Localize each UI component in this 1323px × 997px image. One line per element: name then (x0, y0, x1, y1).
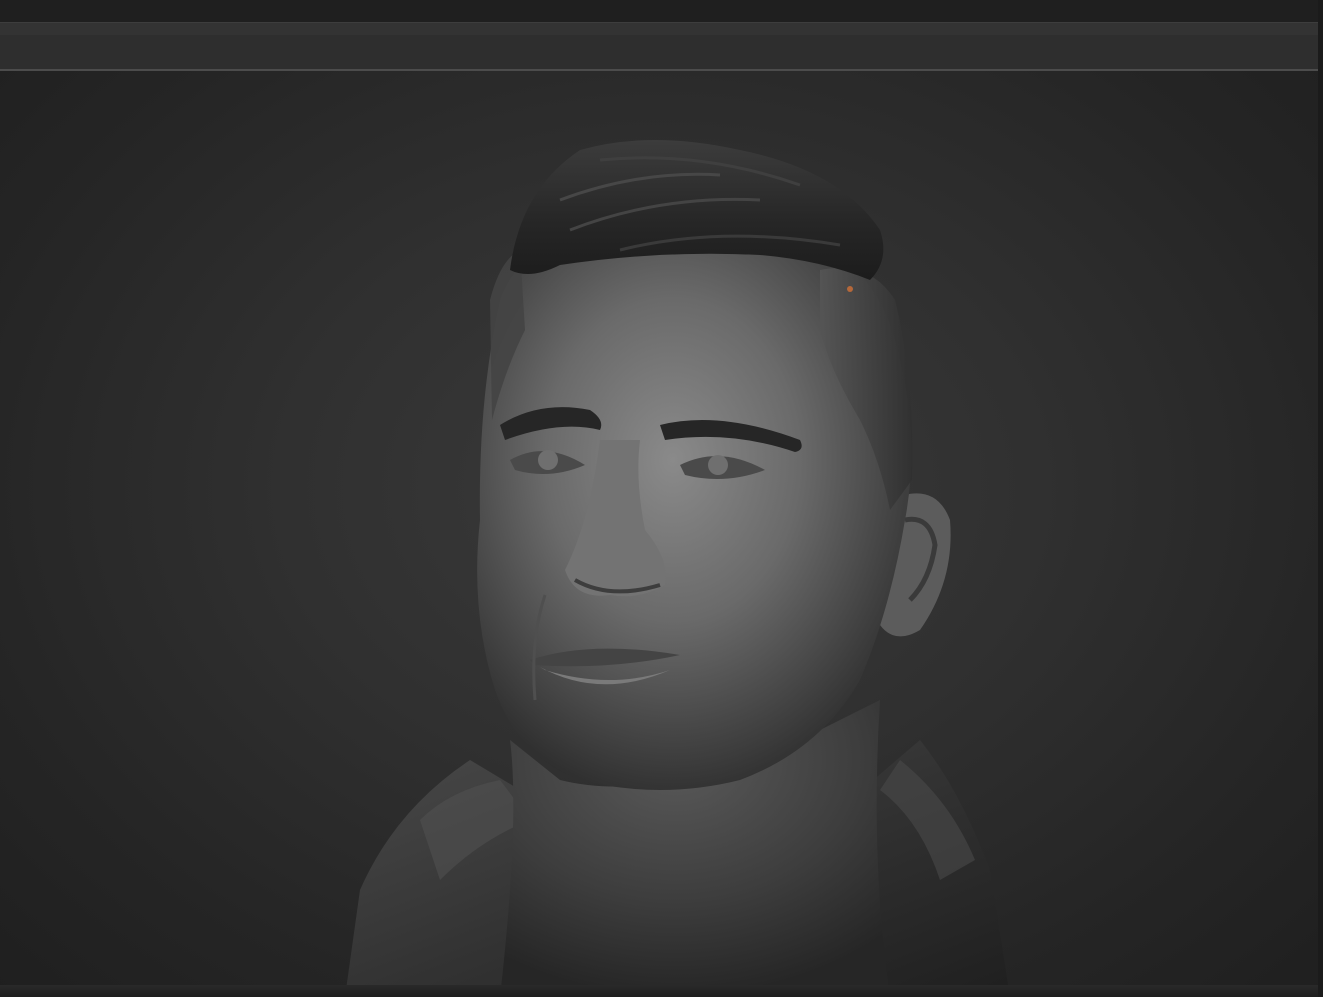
menu-bar (0, 22, 1323, 36)
sculpt-marker-icon (847, 286, 853, 292)
viewport-edge (1318, 0, 1323, 997)
top-shelf (0, 35, 1323, 70)
sculpt-app-window (0, 0, 1323, 997)
sculpt-model-svg (345, 140, 1010, 997)
document-canvas[interactable] (0, 71, 1323, 997)
status-strip (0, 985, 1323, 997)
title-bar (0, 0, 1323, 22)
